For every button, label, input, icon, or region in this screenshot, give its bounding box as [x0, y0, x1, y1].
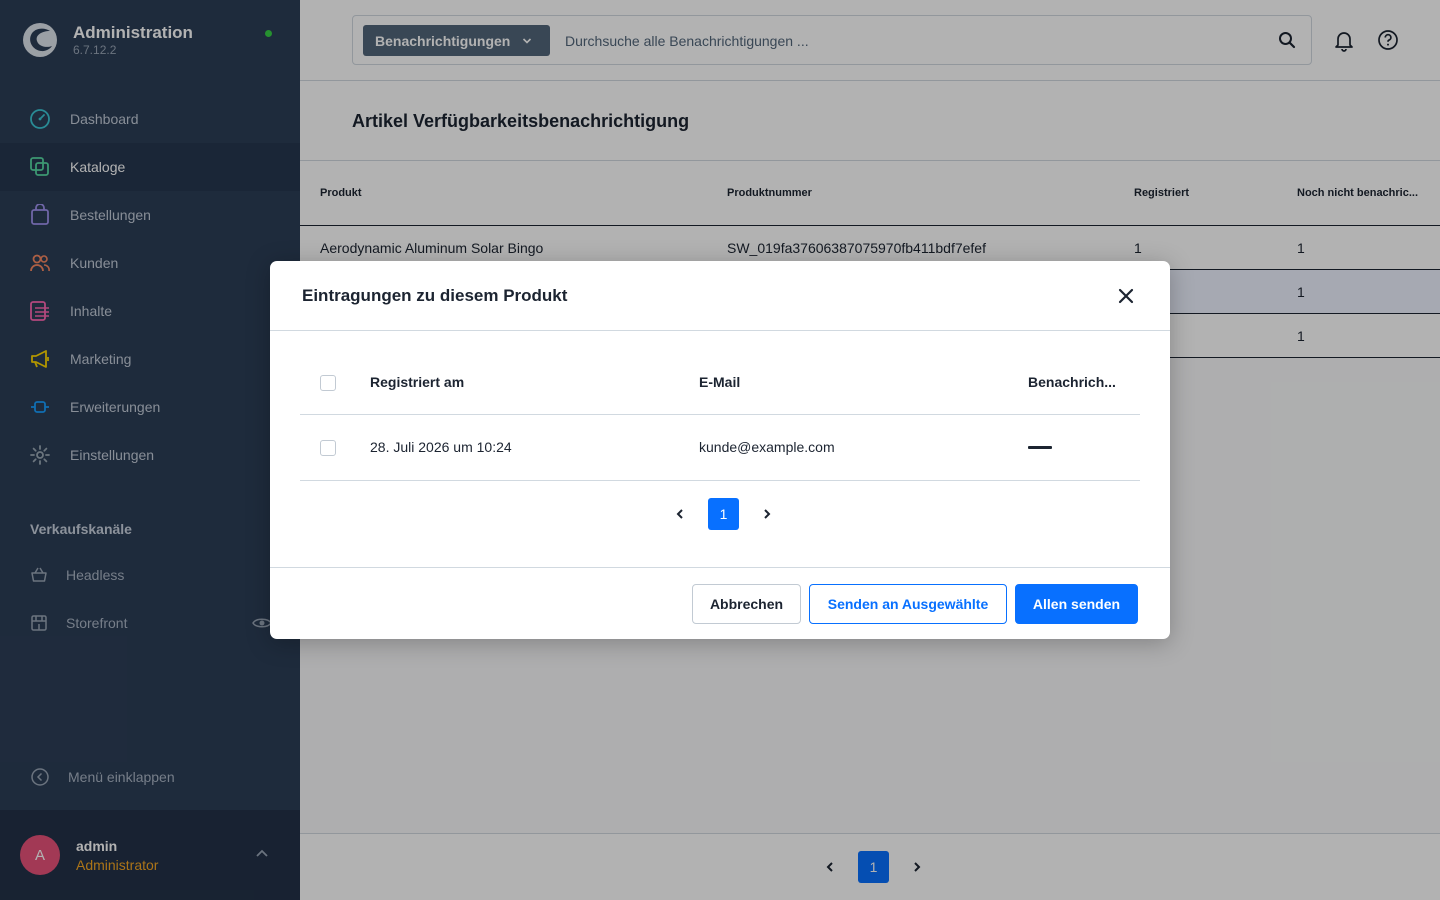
- cancel-button[interactable]: Abbrechen: [692, 584, 801, 624]
- chevron-right-icon[interactable]: [755, 502, 779, 526]
- select-all-checkbox[interactable]: [320, 375, 336, 391]
- email: kunde@example.com: [699, 439, 835, 455]
- table-row[interactable]: 28. Juli 2026 um 10:24 kunde@example.com: [300, 415, 1140, 481]
- column-header-notified[interactable]: Benachrich...: [1028, 374, 1116, 390]
- registrations-modal: Eintragungen zu diesem Produkt Registrie…: [270, 261, 1170, 639]
- modal-header: Eintragungen zu diesem Produkt: [270, 261, 1170, 331]
- row-select-checkbox[interactable]: [320, 440, 336, 456]
- send-selected-button[interactable]: Senden an Ausgewählte: [809, 584, 1007, 624]
- modal-title: Eintragungen zu diesem Produkt: [302, 286, 568, 305]
- column-header-email[interactable]: E-Mail: [699, 374, 740, 390]
- not-notified-dash-icon: [1028, 446, 1052, 449]
- close-icon[interactable]: [1116, 286, 1136, 306]
- column-header-registered-at[interactable]: Registriert am: [370, 374, 464, 390]
- modal-footer: Abbrechen Senden an Ausgewählte Allen se…: [270, 567, 1170, 639]
- registered-at: 28. Juli 2026 um 10:24: [370, 439, 512, 455]
- registrations-table-header: Registriert am E-Mail Benachrich...: [300, 351, 1140, 415]
- send-all-button[interactable]: Allen senden: [1015, 584, 1138, 624]
- page-button-current[interactable]: 1: [708, 498, 739, 530]
- chevron-left-icon[interactable]: [668, 502, 692, 526]
- registrations-table: Registriert am E-Mail Benachrich... 28. …: [300, 351, 1140, 481]
- modal-pagination: 1: [668, 498, 779, 530]
